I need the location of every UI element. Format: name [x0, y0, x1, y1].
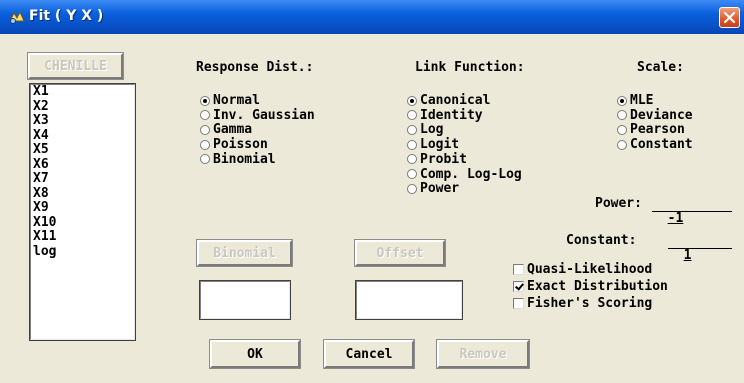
link-function-option-label: Identity: [420, 107, 483, 123]
scale-heading: Scale:: [637, 60, 684, 75]
list-item[interactable]: X3: [31, 113, 134, 129]
list-item[interactable]: X1: [31, 84, 134, 100]
link-function-radio-probit[interactable]: Probit: [407, 152, 467, 167]
link-function-option-label: Probit: [420, 151, 467, 167]
link-function-option-label: Comp. Log-Log: [420, 166, 522, 182]
response-dist-radio-normal[interactable]: Normal: [200, 93, 260, 108]
quasi-likelihood-checkbox[interactable]: Quasi-Likelihood: [513, 262, 652, 277]
radio-indicator: [200, 95, 210, 106]
checkbox-indicator: [513, 264, 524, 275]
constant-field[interactable]: 1: [668, 233, 732, 263]
offset-field[interactable]: [355, 280, 463, 320]
response-dist-option-label: Normal: [213, 93, 260, 108]
list-item[interactable]: X10: [31, 215, 134, 231]
checkbox-indicator: [513, 298, 524, 309]
scale-radio-mle[interactable]: MLE: [617, 93, 653, 108]
link-function-radio-logit[interactable]: Logit: [407, 137, 459, 152]
link-function-radio-identity[interactable]: Identity: [407, 108, 483, 123]
checkbox-label: Exact Distribution: [527, 279, 668, 294]
link-function-radio-log[interactable]: Log: [407, 122, 443, 137]
scale-option-label: Pearson: [630, 122, 685, 138]
list-item[interactable]: X2: [31, 99, 134, 115]
radio-indicator: [407, 139, 417, 150]
variable-listbox[interactable]: X1 X2 X3 X4 X5 X6 X7 X8 X9 X10 X11 log: [29, 83, 136, 341]
response-dist-radio-gamma[interactable]: Gamma: [200, 122, 252, 137]
checkbox-indicator: [513, 281, 524, 292]
scale-option-label: Constant: [630, 137, 693, 153]
link-function-option-label: Logit: [420, 137, 460, 153]
link-function-radio-power[interactable]: Power: [407, 181, 459, 196]
ok-button[interactable]: OK: [209, 339, 301, 369]
close-button[interactable]: [719, 7, 740, 28]
constant-label: Constant:: [566, 233, 637, 248]
link-function-option-label: Power: [420, 181, 460, 197]
radio-indicator: [200, 139, 210, 150]
offset-button[interactable]: Offset: [354, 239, 446, 267]
scale-option-label: MLE: [630, 93, 654, 108]
list-item[interactable]: X11: [31, 229, 134, 245]
list-item[interactable]: log: [31, 244, 134, 260]
link-function-option-label: Log: [420, 122, 444, 138]
response-dist-option-label: Poisson: [213, 137, 268, 153]
list-item[interactable]: X9: [31, 200, 134, 216]
binomial-field[interactable]: [199, 280, 291, 320]
checkbox-label: Fisher's Scoring: [527, 296, 653, 311]
response-dist-option-label: Binomial: [213, 151, 276, 167]
link-function-radio-canonical[interactable]: Canonical: [407, 93, 490, 108]
response-dist-heading: Response Dist.:: [196, 60, 314, 75]
power-label: Power:: [595, 196, 642, 211]
response-dist-radio-inv-gaussian[interactable]: Inv. Gaussian: [200, 108, 315, 123]
power-value: -1: [667, 211, 684, 226]
list-item[interactable]: X4: [31, 128, 134, 144]
list-item[interactable]: X5: [31, 142, 134, 158]
link-function-option-label: Canonical: [420, 93, 491, 108]
power-field[interactable]: -1: [652, 196, 732, 226]
cancel-button[interactable]: Cancel: [323, 339, 415, 369]
binomial-button[interactable]: Binomial: [196, 239, 293, 267]
response-dist-option-label: Inv. Gaussian: [213, 107, 315, 123]
title-bar[interactable]: Fit ( Y X ): [0, 0, 744, 34]
radio-indicator: [407, 95, 417, 106]
scale-option-label: Deviance: [630, 107, 693, 123]
remove-button[interactable]: Remove: [436, 339, 530, 369]
list-item[interactable]: X6: [31, 157, 134, 173]
link-function-radio-comp-log-log[interactable]: Comp. Log-Log: [407, 167, 522, 182]
link-function-heading: Link Function:: [415, 60, 525, 75]
response-dist-radio-poisson[interactable]: Poisson: [200, 137, 268, 152]
radio-indicator: [407, 169, 417, 179]
scale-radio-constant[interactable]: Constant: [617, 137, 693, 152]
radio-indicator: [617, 110, 627, 121]
radio-indicator: [617, 95, 627, 106]
list-item[interactable]: X7: [31, 171, 134, 187]
response-dist-option-label: Gamma: [213, 122, 253, 138]
radio-indicator: [200, 124, 210, 135]
window-title: Fit ( Y X ): [29, 8, 104, 24]
chenille-button[interactable]: CHENILLE: [27, 52, 124, 80]
sas-app-icon: [8, 9, 26, 25]
radio-indicator: [200, 110, 210, 121]
fisher-s-scoring-checkbox[interactable]: Fisher's Scoring: [513, 296, 652, 311]
radio-indicator: [407, 124, 417, 135]
scale-radio-deviance[interactable]: Deviance: [617, 108, 693, 123]
radio-indicator: [407, 154, 417, 165]
radio-indicator: [407, 183, 417, 194]
scale-radio-pearson[interactable]: Pearson: [617, 122, 685, 137]
radio-indicator: [617, 139, 627, 150]
constant-value: 1: [683, 248, 692, 263]
radio-indicator: [200, 154, 210, 165]
response-dist-radio-binomial[interactable]: Binomial: [200, 152, 276, 167]
exact-distribution-checkbox[interactable]: Exact Distribution: [513, 279, 668, 294]
close-icon: [723, 11, 736, 24]
radio-indicator: [407, 110, 417, 121]
radio-indicator: [617, 124, 627, 135]
list-item[interactable]: X8: [31, 186, 134, 202]
checkbox-label: Quasi-Likelihood: [527, 262, 653, 277]
